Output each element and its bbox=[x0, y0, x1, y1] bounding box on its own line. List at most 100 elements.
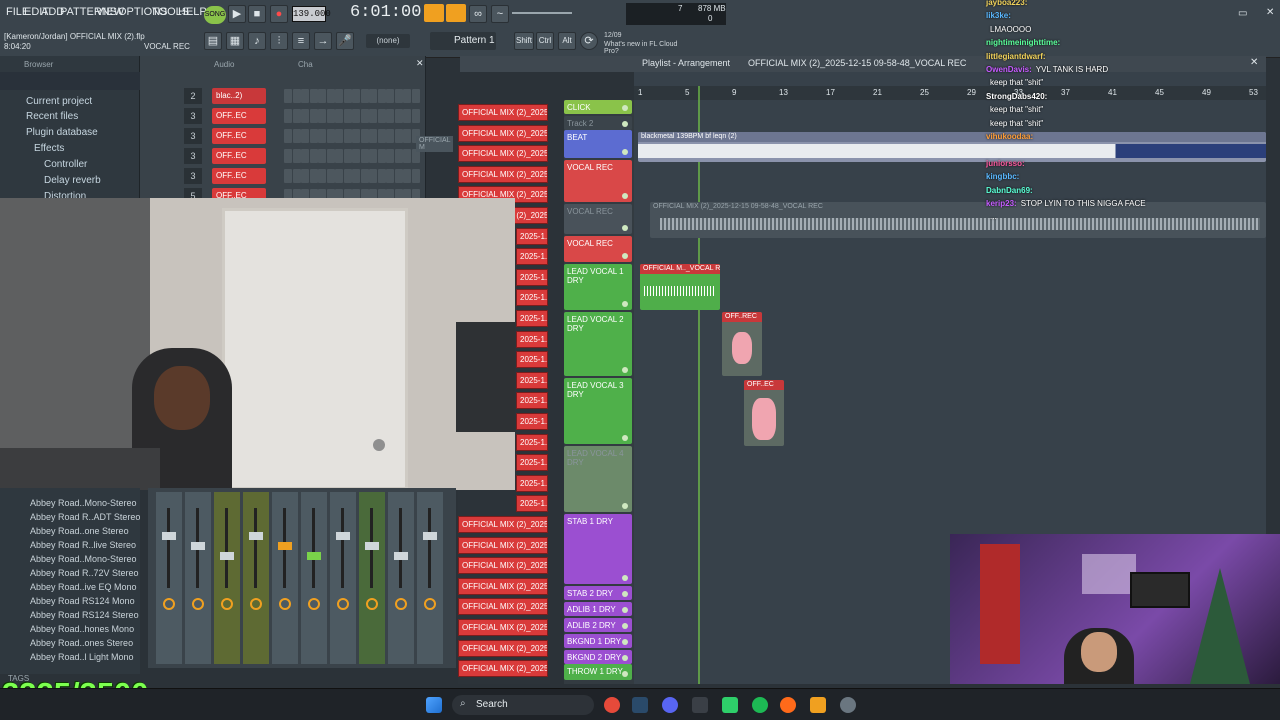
pattern-item[interactable]: 2025-1.. bbox=[516, 392, 548, 410]
view-playlist-icon[interactable]: ▤ bbox=[204, 32, 222, 50]
pattern-item[interactable]: OFFICIAL MIX (2)_2025-1.. bbox=[458, 660, 548, 678]
pattern-item[interactable]: OFFICIAL MIX (2)_2025-1.. bbox=[458, 145, 548, 163]
lead-vocal-2-clip[interactable]: OFF..REC bbox=[722, 312, 762, 376]
step-button[interactable] bbox=[369, 169, 377, 183]
pattern-item[interactable]: 2025-1.. bbox=[516, 474, 548, 492]
pattern-item[interactable]: OFFICIAL MIX (2)_2025-1.. bbox=[458, 557, 548, 575]
step-button[interactable] bbox=[335, 129, 343, 143]
alt-button[interactable]: Alt bbox=[558, 32, 576, 50]
mixer-knob[interactable] bbox=[308, 598, 320, 610]
mixer-fader-handle[interactable] bbox=[394, 552, 408, 560]
mixer-knob[interactable] bbox=[366, 598, 378, 610]
track-active-dot[interactable] bbox=[622, 193, 628, 199]
step-button[interactable] bbox=[292, 129, 301, 143]
step-button[interactable] bbox=[386, 149, 394, 163]
pattern-item[interactable]: 2025-1.. bbox=[516, 227, 548, 245]
track-header[interactable]: STAB 2 DRY bbox=[564, 586, 632, 600]
step-button[interactable] bbox=[352, 129, 360, 143]
step-button[interactable] bbox=[360, 129, 369, 143]
step-button[interactable] bbox=[301, 149, 309, 163]
step-button[interactable] bbox=[318, 129, 326, 143]
step-button[interactable] bbox=[301, 89, 309, 103]
step-button[interactable] bbox=[326, 129, 335, 143]
pattern-item[interactable]: 2025-1.. bbox=[516, 268, 548, 286]
step-button[interactable] bbox=[309, 169, 318, 183]
plugin-item[interactable]: Abbey Road..hones Mono bbox=[30, 624, 134, 634]
step-button[interactable] bbox=[403, 169, 411, 183]
firefox-icon[interactable] bbox=[780, 697, 796, 713]
step-button[interactable] bbox=[335, 109, 343, 123]
plugin-item[interactable]: Abbey Road..ones Stereo bbox=[30, 638, 133, 648]
step-button[interactable] bbox=[343, 109, 352, 123]
step-button[interactable] bbox=[309, 109, 318, 123]
track-header[interactable]: STAB 1 DRY bbox=[564, 514, 632, 584]
channel-number[interactable]: 3 bbox=[184, 168, 202, 184]
plugin-item[interactable]: Abbey Road..Mono-Stereo bbox=[30, 498, 137, 508]
play-button[interactable]: ▶ bbox=[228, 5, 246, 23]
snap-select[interactable]: (none) bbox=[366, 34, 410, 48]
mixer-knob[interactable] bbox=[395, 598, 407, 610]
pattern-item[interactable]: 2025-1.. bbox=[516, 433, 548, 451]
mixer-knob[interactable] bbox=[250, 598, 262, 610]
settings-icon[interactable] bbox=[840, 697, 856, 713]
lead-vocal-1-clip[interactable]: OFFICIAL M.._VOCAL REC bbox=[640, 264, 720, 310]
channel-number[interactable]: 3 bbox=[184, 148, 202, 164]
step-button[interactable] bbox=[284, 149, 292, 163]
track-active-dot[interactable] bbox=[622, 655, 628, 661]
track-active-dot[interactable] bbox=[622, 639, 628, 645]
fl-studio-icon[interactable] bbox=[810, 697, 826, 713]
channel-name-button[interactable]: OFF..EC bbox=[212, 168, 266, 184]
step-button[interactable] bbox=[343, 169, 352, 183]
chrome-icon[interactable] bbox=[604, 697, 620, 713]
step-button[interactable] bbox=[326, 149, 335, 163]
pattern-item[interactable]: 2025-1.. bbox=[516, 248, 548, 266]
mixer-fader-handle[interactable] bbox=[278, 542, 292, 550]
step-button[interactable] bbox=[309, 89, 318, 103]
step-button[interactable] bbox=[292, 169, 301, 183]
pattern-item[interactable]: 2025-1.. bbox=[516, 371, 548, 389]
pattern-item[interactable]: 2025-1.. bbox=[516, 330, 548, 348]
track-header[interactable]: VOCAL REC bbox=[564, 160, 632, 202]
mixer-fader-handle[interactable] bbox=[162, 532, 176, 540]
step-button[interactable] bbox=[411, 169, 420, 183]
ctrl-button[interactable]: Ctrl bbox=[536, 32, 554, 50]
song-mode-toggle[interactable]: SONG bbox=[204, 6, 226, 24]
step-button[interactable] bbox=[343, 129, 352, 143]
plugin-item[interactable]: Abbey Road R..ADT Stereo bbox=[30, 512, 140, 522]
step-button[interactable] bbox=[292, 109, 301, 123]
playlist-close-icon[interactable]: ✕ bbox=[1250, 57, 1258, 68]
step-button[interactable] bbox=[394, 109, 403, 123]
plugin-item[interactable]: Abbey Road R..72V Stereo bbox=[30, 568, 139, 578]
step-button[interactable] bbox=[284, 109, 292, 123]
track-header[interactable]: Track 2 bbox=[564, 116, 632, 130]
channel-name-button[interactable]: OFF..EC bbox=[212, 148, 266, 164]
step-button[interactable] bbox=[369, 149, 377, 163]
mixer-knob[interactable] bbox=[279, 598, 291, 610]
track-active-dot[interactable] bbox=[622, 591, 628, 597]
track-active-dot[interactable] bbox=[622, 503, 628, 509]
step-button[interactable] bbox=[292, 149, 301, 163]
track-header[interactable]: BKGND 2 DRY bbox=[564, 650, 632, 664]
browser-item-plugin-database[interactable]: Plugin database bbox=[26, 127, 98, 138]
step-button[interactable] bbox=[326, 89, 335, 103]
loop-record-icon[interactable]: ∞ bbox=[469, 5, 487, 23]
stop-button[interactable]: ■ bbox=[248, 5, 266, 23]
mixer-fader-handle[interactable] bbox=[336, 532, 350, 540]
menu-help[interactable]: HELP bbox=[178, 6, 207, 18]
step-button[interactable] bbox=[369, 109, 377, 123]
mixer-knob[interactable] bbox=[424, 598, 436, 610]
step-button[interactable] bbox=[352, 149, 360, 163]
channel-number[interactable]: 3 bbox=[184, 108, 202, 124]
track-active-dot[interactable] bbox=[622, 367, 628, 373]
master-pitch-slider[interactable] bbox=[512, 12, 572, 14]
step-button[interactable] bbox=[352, 109, 360, 123]
view-browser-icon[interactable]: ≡ bbox=[292, 32, 310, 50]
step-button[interactable] bbox=[284, 89, 292, 103]
step-button[interactable] bbox=[343, 89, 352, 103]
step-button[interactable] bbox=[326, 109, 335, 123]
track-header[interactable]: BKGND 1 DRY bbox=[564, 634, 632, 648]
step-button[interactable] bbox=[411, 109, 420, 123]
step-button[interactable] bbox=[360, 109, 369, 123]
app-close-icon[interactable]: ✕ bbox=[1266, 7, 1274, 18]
step-button[interactable] bbox=[352, 169, 360, 183]
